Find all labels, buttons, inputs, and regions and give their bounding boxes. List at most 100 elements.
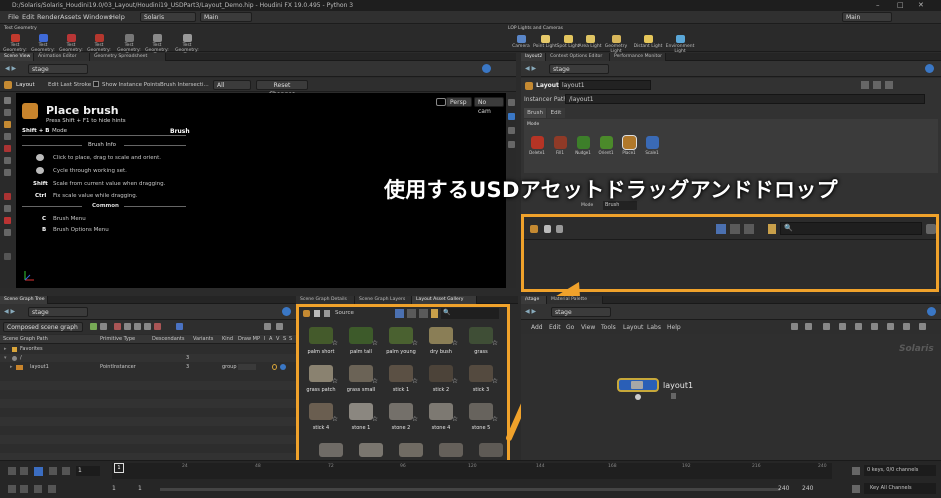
col-header[interactable]: S (289, 336, 292, 342)
network-menu-help[interactable]: Help (667, 324, 681, 331)
pin-icon[interactable] (925, 64, 934, 73)
tool-icon[interactable] (791, 323, 798, 330)
tab-scene-graph-details[interactable]: Scene Graph Details (296, 296, 355, 304)
distant-light-tool[interactable]: Distant Light (633, 35, 663, 49)
current-frame-input[interactable]: 1 (76, 466, 100, 476)
instancer-path-input[interactable]: /layout1 (565, 94, 925, 104)
back-icon[interactable]: ◀ ▶ (525, 308, 536, 315)
tool-icon[interactable] (805, 323, 812, 330)
gallery-tool-icon[interactable] (530, 225, 538, 233)
grid-large-icon[interactable] (395, 309, 404, 318)
col-header[interactable]: Descendants (152, 336, 185, 342)
network-path-stage[interactable]: stage (551, 307, 611, 317)
asset-search-input[interactable]: 🔍 (780, 222, 922, 235)
menu-help[interactable]: Help (110, 13, 125, 21)
light-tool-icon[interactable] (4, 193, 11, 200)
start-frame2-input[interactable]: 1 (136, 484, 158, 494)
brush-delete[interactable]: Delete1 (528, 136, 546, 155)
environment-light-tool[interactable]: Environment Light (665, 35, 695, 54)
lighting-icon[interactable] (508, 141, 515, 148)
gallery-tool-icon[interactable] (324, 310, 330, 317)
asset-tile[interactable]: stick 2 ☆ (422, 365, 460, 393)
asset-thumb-partial[interactable] (439, 443, 463, 457)
end-frame2-input[interactable]: 240 (800, 484, 822, 494)
tab-edit[interactable]: Edit (547, 108, 565, 118)
loop-icon[interactable] (20, 485, 28, 493)
asset-tile[interactable]: stick 3 ☆ (462, 365, 500, 393)
edit-last-stroke-button[interactable]: Edit Last Stroke (48, 82, 91, 88)
menu-file[interactable]: File (8, 13, 19, 21)
asset-tile[interactable]: stone 4 ☆ (422, 403, 460, 431)
network-menu-go[interactable]: Go (566, 324, 574, 331)
col-header[interactable]: Draw M (238, 336, 257, 342)
col-header[interactable]: I (264, 336, 265, 342)
network-menu-layout[interactable]: Layout (623, 324, 643, 331)
expand-icon[interactable]: ▸ (4, 345, 7, 353)
gallery-tool-icon[interactable] (544, 225, 551, 233)
tab-brush[interactable]: Brush (524, 108, 546, 118)
last-frame-icon[interactable] (62, 467, 70, 475)
stop-icon[interactable] (34, 467, 43, 476)
brush-tool-icon[interactable] (4, 121, 11, 128)
grid-medium-icon[interactable] (730, 224, 740, 234)
tool-icon[interactable] (855, 323, 862, 330)
collapse-icon[interactable] (100, 323, 107, 330)
reset-changes-button[interactable]: Reset Changes (256, 80, 308, 98)
tab-scene-graph-tree[interactable]: Scene Graph Tree (0, 296, 48, 304)
camera-tool-icon[interactable] (4, 205, 11, 212)
tab-scene-graph-layers[interactable]: Scene Graph Layers (355, 296, 412, 304)
asset-tile[interactable]: palm tall ☆ (342, 327, 380, 355)
visibility-icon[interactable] (280, 364, 286, 370)
brush-nudge[interactable]: Nudge1 (574, 136, 592, 155)
tool-icon[interactable] (839, 323, 846, 330)
asset-tile[interactable]: stone 2 ☆ (382, 403, 420, 431)
list-icon[interactable] (419, 309, 428, 318)
tool-icon[interactable] (154, 323, 161, 330)
pin-icon[interactable] (482, 64, 491, 73)
key-all-icon[interactable] (852, 485, 860, 493)
range-icon[interactable] (34, 485, 42, 493)
start-frame-input[interactable]: 1 (110, 484, 132, 494)
back-icon[interactable]: ◀ ▶ (4, 308, 15, 315)
tool-icon[interactable] (144, 323, 151, 330)
tab-layout-asset-gallery[interactable]: Layout Asset Gallery (412, 296, 477, 304)
range-slider[interactable] (160, 488, 780, 491)
asset-tile[interactable]: stone 5 ☆ (462, 403, 500, 431)
asset-thumb-partial[interactable] (479, 443, 503, 457)
menu-edit[interactable]: Edit (22, 13, 35, 21)
menu-render[interactable]: Render (37, 13, 60, 21)
network-menu-add[interactable]: Add (531, 324, 543, 331)
expand-icon[interactable]: ▸ (10, 363, 13, 371)
tab-layout2[interactable]: layout2 (521, 53, 546, 61)
rotate-tool-icon[interactable] (4, 133, 11, 140)
display-tool-icon[interactable] (4, 253, 11, 260)
tag-icon[interactable] (768, 224, 776, 234)
gallery-tool-icon[interactable] (314, 310, 320, 317)
display-option-icon[interactable] (508, 99, 515, 106)
scene-path-stage[interactable]: stage (28, 307, 88, 317)
pin-icon[interactable] (927, 307, 936, 316)
tool-icon[interactable] (903, 323, 910, 330)
filter-icon[interactable] (90, 323, 97, 330)
tool-icon[interactable] (124, 323, 131, 330)
key-all-channels-button[interactable]: Key All Channels (864, 483, 936, 494)
grid-tool-icon[interactable] (4, 229, 11, 236)
first-frame-icon[interactable] (8, 467, 16, 475)
back-icon[interactable]: ◀ ▶ (5, 65, 16, 72)
tab-animation-editor[interactable]: Animation Editor (34, 53, 90, 61)
transform-tool-icon[interactable] (4, 109, 11, 116)
shading-icon[interactable] (508, 127, 515, 134)
node-name-input[interactable]: layout1 (559, 80, 651, 90)
col-header[interactable]: V (276, 336, 279, 342)
tab-geometry-spreadsheet[interactable]: Geometry Spreadsheet (90, 53, 166, 61)
persp-select[interactable]: Persp (446, 97, 472, 107)
col-header[interactable]: S (283, 336, 286, 342)
shelf-left-tab[interactable]: Test Geometry (4, 26, 37, 31)
minimize-icon[interactable]: – (876, 0, 880, 11)
tab-scene-view[interactable]: Scene View (0, 53, 34, 61)
pin-icon[interactable] (282, 307, 291, 316)
camera-icon[interactable] (436, 98, 446, 106)
gear-icon[interactable] (264, 323, 271, 330)
play-icon[interactable] (49, 467, 57, 475)
grid-large-icon[interactable] (716, 224, 726, 234)
